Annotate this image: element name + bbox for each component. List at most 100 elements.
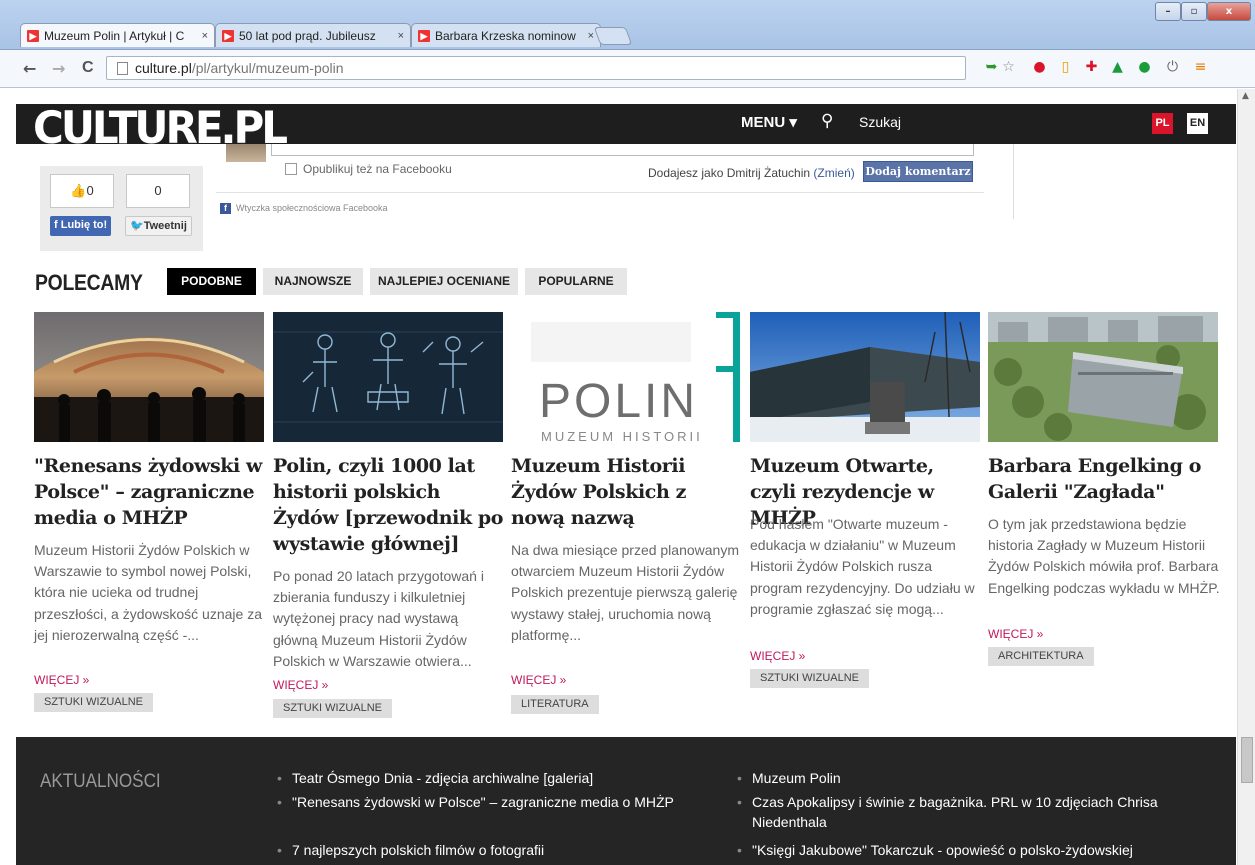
minimize-button[interactable]: – <box>1155 2 1181 21</box>
category-tag[interactable]: LITERATURA <box>511 695 599 714</box>
news-heading: AKTUALNOŚCI <box>40 771 161 792</box>
tab-close-icon[interactable]: × <box>588 30 594 42</box>
article-title[interactable]: Muzeum Historii Żydów Polskich z nową na… <box>511 453 743 531</box>
polin-logo-subtext: MUZEUM HISTORII <box>541 429 703 442</box>
article-description: Muzeum Historii Żydów Polskich w Warszaw… <box>34 542 262 643</box>
share-box: 👍0 0 f Lubię to! 🐦Tweetnij <box>40 166 203 251</box>
evernote-icon[interactable]: ● <box>1136 59 1153 76</box>
tab-barbara-krzeska[interactable]: ▶ Barbara Krzeska nominow × <box>411 23 601 47</box>
like-button-label: Lubię to! <box>60 219 108 231</box>
facebook-plugin-note: f Wtyczka społecznościowa Facebooka <box>216 192 984 216</box>
title-bar: ▶ Muzeum Polin | Artykuł | C × ▶ 50 lat … <box>0 0 1255 50</box>
tab-popularne[interactable]: POPULARNE <box>525 268 627 295</box>
page-icon <box>117 62 128 75</box>
article-image[interactable]: POLIN MUZEUM HISTORII <box>511 312 741 442</box>
notes-icon[interactable]: ▯ <box>1057 59 1074 76</box>
more-link[interactable]: WIĘCEJ » <box>750 649 805 663</box>
tweet-count: 0 <box>126 174 190 208</box>
category-tag[interactable]: SZTUKI WIZUALNE <box>273 699 393 718</box>
menu-button[interactable]: MENU ▾ <box>741 113 797 131</box>
tab-najlepiej-oceniane[interactable]: NAJLEPIEJ OCENIANE <box>370 268 518 295</box>
search-button[interactable]: Szukaj <box>859 114 901 130</box>
adding-as-text: Dodajesz jako Dmitrij Żatuchin (Zmień) <box>648 166 855 180</box>
search-icon[interactable]: ⚲ <box>821 111 833 131</box>
share-arrow-icon[interactable]: ➥ <box>983 59 1000 76</box>
site-header: CULTURE.PL MENU ▾ ⚲ Szukaj PL EN <box>16 104 1236 151</box>
lang-pl-button[interactable]: PL <box>1152 113 1173 134</box>
tab-close-icon[interactable]: × <box>202 30 208 42</box>
recommended-heading: POLECAMY <box>35 270 143 295</box>
scrollbar-thumb[interactable] <box>1241 737 1253 783</box>
tab-title: Muzeum Polin | Artykuł | C <box>44 28 185 43</box>
tab-50-lat[interactable]: ▶ 50 lat pod prąd. Jubileusz × <box>215 23 411 47</box>
maximize-button[interactable]: ▫ <box>1181 2 1207 21</box>
chrome-menu-icon[interactable]: ≡ <box>1192 59 1209 76</box>
thumbs-up-icon: 👍 <box>70 183 87 198</box>
facebook-like-button[interactable]: f Lubię to! <box>50 216 112 236</box>
news-link[interactable]: Teatr Ósmego Dnia - zdjęcia archiwalne [… <box>277 768 593 788</box>
more-link[interactable]: WIĘCEJ » <box>988 627 1043 641</box>
back-button[interactable]: ← <box>23 59 36 78</box>
article-title[interactable]: Polin, czyli 1000 lat historii polskich … <box>273 453 505 557</box>
more-link[interactable]: WIĘCEJ » <box>34 673 89 687</box>
power-icon[interactable]: ⏻ <box>1164 59 1181 76</box>
news-link[interactable]: Czas Apokalipsy i świnie z bagażnika. PR… <box>737 792 1192 832</box>
change-user-link[interactable]: (Zmień) <box>813 166 854 180</box>
news-link[interactable]: 7 najlepszych polskich filmów o fotograf… <box>277 840 544 860</box>
news-link[interactable]: Muzeum Polin <box>737 768 1192 788</box>
scroll-up-icon[interactable]: ▲ <box>1242 91 1249 101</box>
close-window-button[interactable]: x <box>1207 2 1251 21</box>
article-image[interactable] <box>750 312 980 442</box>
forward-button[interactable]: → <box>52 59 65 78</box>
category-tag[interactable]: ARCHITEKTURA <box>988 647 1094 666</box>
facebook-publish-label: Opublikuj też na Facebooku <box>303 162 452 176</box>
news-footer: AKTUALNOŚCI Teatr Ósmego Dnia - zdjęcia … <box>16 737 1236 865</box>
article-description: Pod hasłem "Otwarte muzeum - edukacja w … <box>750 516 975 617</box>
article-image[interactable] <box>34 312 264 442</box>
comment-form: Opublikuj też na Facebooku Dodajesz jako… <box>216 144 984 192</box>
puzzle-icon[interactable]: ✚ <box>1083 59 1100 76</box>
news-link[interactable]: "Renesans żydowski w Polsce" – zagranicz… <box>277 792 674 812</box>
vertical-scrollbar[interactable]: ▲ <box>1237 89 1255 865</box>
article-image[interactable] <box>273 312 503 442</box>
category-tag[interactable]: SZTUKI WIZUALNE <box>750 669 870 688</box>
facebook-icon: f <box>54 219 61 231</box>
reload-button[interactable]: C <box>82 59 94 77</box>
tab-title: Barbara Krzeska nominow <box>435 28 576 43</box>
tab-close-icon[interactable]: × <box>398 30 404 42</box>
article-title[interactable]: Barbara Engelking o Galerii "Zagłada" <box>988 453 1220 505</box>
add-comment-button[interactable]: Dodaj komentarz <box>863 161 973 182</box>
culture-favicon-icon: ▶ <box>222 29 234 42</box>
avatar <box>226 144 266 162</box>
plugin-note-text: Wtyczka społecznościowa Facebooka <box>236 203 388 213</box>
tab-podobne[interactable]: PODOBNE <box>167 268 256 295</box>
facebook-icon: f <box>220 203 231 214</box>
browser-toolbar: ← → C culture.pl/pl/artykul/muzeum-polin… <box>0 50 1255 88</box>
news-link[interactable]: "Księgi Jakubowe" Tokarczuk - opowieść o… <box>737 840 1192 860</box>
culture-favicon-icon: ▶ <box>418 29 430 42</box>
tab-najnowsze[interactable]: NAJNOWSZE <box>263 268 363 295</box>
opera-icon[interactable]: ● <box>1031 59 1048 76</box>
drive-icon[interactable]: ▲ <box>1109 59 1126 76</box>
comment-textarea[interactable] <box>271 144 974 156</box>
lang-en-button[interactable]: EN <box>1187 113 1208 134</box>
new-tab-button[interactable] <box>593 27 633 45</box>
adding-as-label: Dodajesz jako Dmitrij Żatuchin <box>648 166 811 180</box>
address-bar[interactable]: culture.pl/pl/artykul/muzeum-polin <box>106 56 966 80</box>
culture-favicon-icon: ▶ <box>27 29 39 42</box>
category-tag[interactable]: SZTUKI WIZUALNE <box>34 693 154 712</box>
more-link[interactable]: WIĘCEJ » <box>511 673 566 687</box>
tweet-button[interactable]: 🐦Tweetnij <box>125 216 192 236</box>
page-content: CULTURE.PL MENU ▾ ⚲ Szukaj PL EN Opublik… <box>0 89 1237 865</box>
polin-logo-text: POLIN <box>539 375 699 428</box>
article-title[interactable]: "Renesans żydowski w Polsce" – zagranicz… <box>34 453 266 531</box>
tweet-button-label: Tweetnij <box>143 220 187 232</box>
facebook-publish-checkbox[interactable] <box>285 163 297 175</box>
article-description: O tym jak przedstawiona będzie historia … <box>988 516 1220 596</box>
divider <box>1013 144 1014 219</box>
more-link[interactable]: WIĘCEJ » <box>273 678 328 692</box>
tab-muzeum-polin[interactable]: ▶ Muzeum Polin | Artykuł | C × <box>20 23 215 47</box>
star-icon[interactable]: ☆ <box>1000 59 1017 76</box>
tab-title: 50 lat pod prąd. Jubileusz <box>239 28 376 43</box>
article-image[interactable] <box>988 312 1218 442</box>
